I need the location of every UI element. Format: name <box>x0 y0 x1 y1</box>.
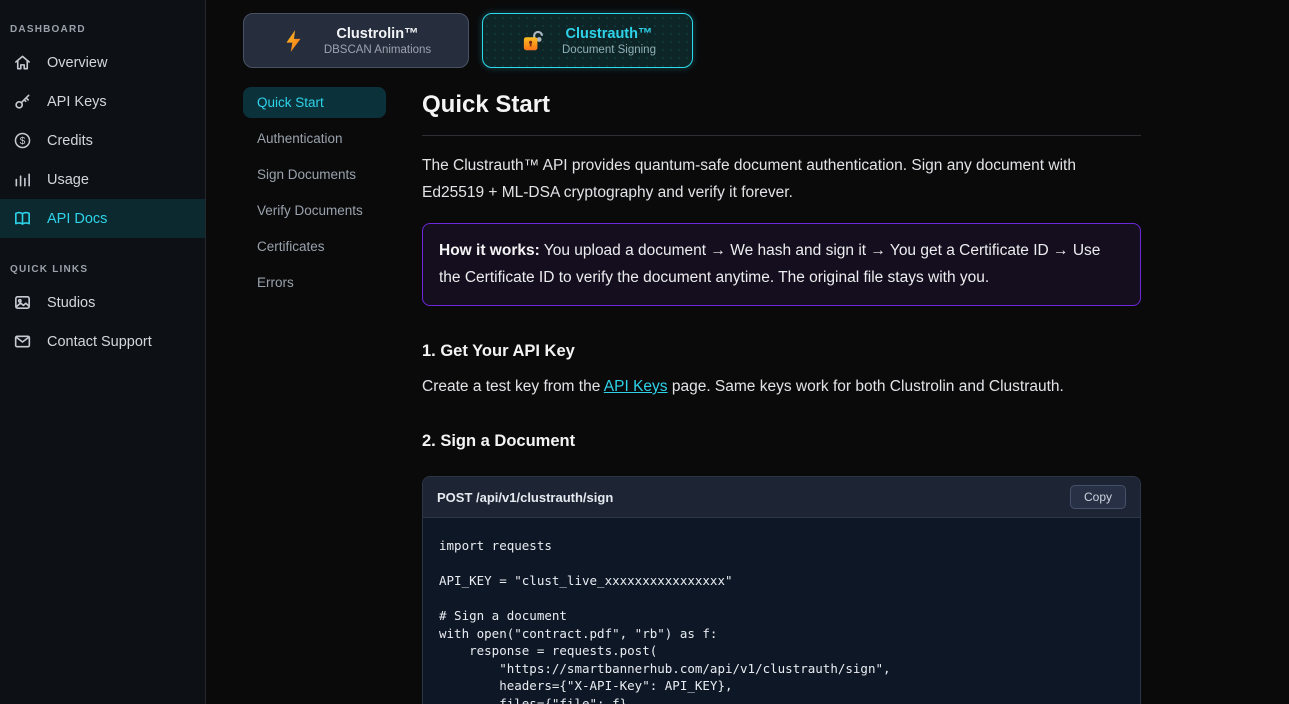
product-tab-clustrauth[interactable]: Clustrauth™ Document Signing <box>482 13 693 68</box>
section-heading-api-key: 1. Get Your API Key <box>422 342 1141 361</box>
page-title: Quick Start <box>422 91 1141 119</box>
sidebar-item-label: Credits <box>47 133 93 149</box>
how-it-works-callout: How it works: You upload a document → We… <box>422 223 1141 306</box>
sidebar-item-usage[interactable]: Usage <box>0 160 205 199</box>
doc-nav-item-certificates[interactable]: Certificates <box>243 231 386 262</box>
sidebar: DASHBOARD Overview API Keys $ Credits Us… <box>0 0 206 704</box>
main-area: Clustrolin™ DBSCAN Animations Clustrauth… <box>206 0 1289 704</box>
doc-nav-item-sign-documents[interactable]: Sign Documents <box>243 159 386 190</box>
code-block: POST /api/v1/clustrauth/sign Copy import… <box>422 476 1141 704</box>
sidebar-section-label: QUICK LINKS <box>10 264 205 275</box>
sidebar-item-api-keys[interactable]: API Keys <box>0 82 205 121</box>
doc-nav-item-verify-documents[interactable]: Verify Documents <box>243 195 386 226</box>
sidebar-item-label: Contact Support <box>47 334 152 350</box>
sidebar-section-label: DASHBOARD <box>10 24 205 35</box>
sidebar-section-dashboard: DASHBOARD Overview API Keys $ Credits Us… <box>0 24 205 238</box>
sidebar-item-studios[interactable]: Studios <box>0 283 205 322</box>
credits-icon: $ <box>13 131 32 150</box>
endpoint-label: POST /api/v1/clustrauth/sign <box>437 490 613 505</box>
sidebar-item-label: Studios <box>47 295 95 311</box>
doc-nav-item-quick-start[interactable]: Quick Start <box>243 87 386 118</box>
product-title: Clustrolin™ <box>324 25 431 45</box>
sidebar-item-label: Overview <box>47 55 107 71</box>
sidebar-item-overview[interactable]: Overview <box>0 43 205 82</box>
key-icon <box>13 92 32 111</box>
product-tab-text: Clustrolin™ DBSCAN Animations <box>324 25 431 57</box>
sidebar-item-label: API Docs <box>47 211 107 227</box>
sidebar-item-label: API Keys <box>47 94 107 110</box>
sidebar-item-label: Usage <box>47 172 89 188</box>
section1-text-before: Create a test key from the <box>422 378 604 395</box>
sidebar-item-api-docs[interactable]: API Docs <box>0 199 205 238</box>
lock-icon <box>519 28 545 54</box>
svg-text:$: $ <box>20 136 26 147</box>
doc-nav-item-errors[interactable]: Errors <box>243 267 386 298</box>
content-row: Quick Start Authentication Sign Document… <box>243 85 1289 704</box>
copy-button[interactable]: Copy <box>1070 485 1126 509</box>
image-icon <box>13 293 32 312</box>
bar-chart-icon <box>13 170 32 189</box>
code-block-header: POST /api/v1/clustrauth/sign Copy <box>423 477 1140 518</box>
product-subtitle: Document Signing <box>562 44 656 56</box>
section1-paragraph: Create a test key from the API Keys page… <box>422 378 1141 396</box>
code-content: import requests API_KEY = "clust_live_xx… <box>423 518 1140 704</box>
product-tab-text: Clustrauth™ Document Signing <box>562 25 656 57</box>
callout-label: How it works: <box>439 242 540 259</box>
article: Quick Start The Clustrauth™ API provides… <box>422 85 1141 704</box>
section-heading-sign-document: 2. Sign a Document <box>422 432 1141 451</box>
product-tab-clustrolin[interactable]: Clustrolin™ DBSCAN Animations <box>243 13 469 68</box>
product-title: Clustrauth™ <box>562 25 656 45</box>
doc-nav-item-authentication[interactable]: Authentication <box>243 123 386 154</box>
sidebar-section-quick-links: QUICK LINKS Studios Contact Support <box>0 264 205 361</box>
sidebar-item-credits[interactable]: $ Credits <box>0 121 205 160</box>
doc-nav: Quick Start Authentication Sign Document… <box>243 85 422 704</box>
lightning-icon <box>281 28 307 54</box>
sidebar-item-contact-support[interactable]: Contact Support <box>0 322 205 361</box>
product-tabs: Clustrolin™ DBSCAN Animations Clustrauth… <box>243 13 1289 68</box>
heading-divider <box>422 135 1141 136</box>
mail-icon <box>13 332 32 351</box>
intro-paragraph: The Clustrauth™ API provides quantum-saf… <box>422 153 1141 206</box>
home-icon <box>13 53 32 72</box>
product-subtitle: DBSCAN Animations <box>324 44 431 56</box>
book-icon <box>13 209 32 228</box>
section1-text-after: page. Same keys work for both Clustrolin… <box>668 378 1064 395</box>
api-keys-link[interactable]: API Keys <box>604 378 668 395</box>
